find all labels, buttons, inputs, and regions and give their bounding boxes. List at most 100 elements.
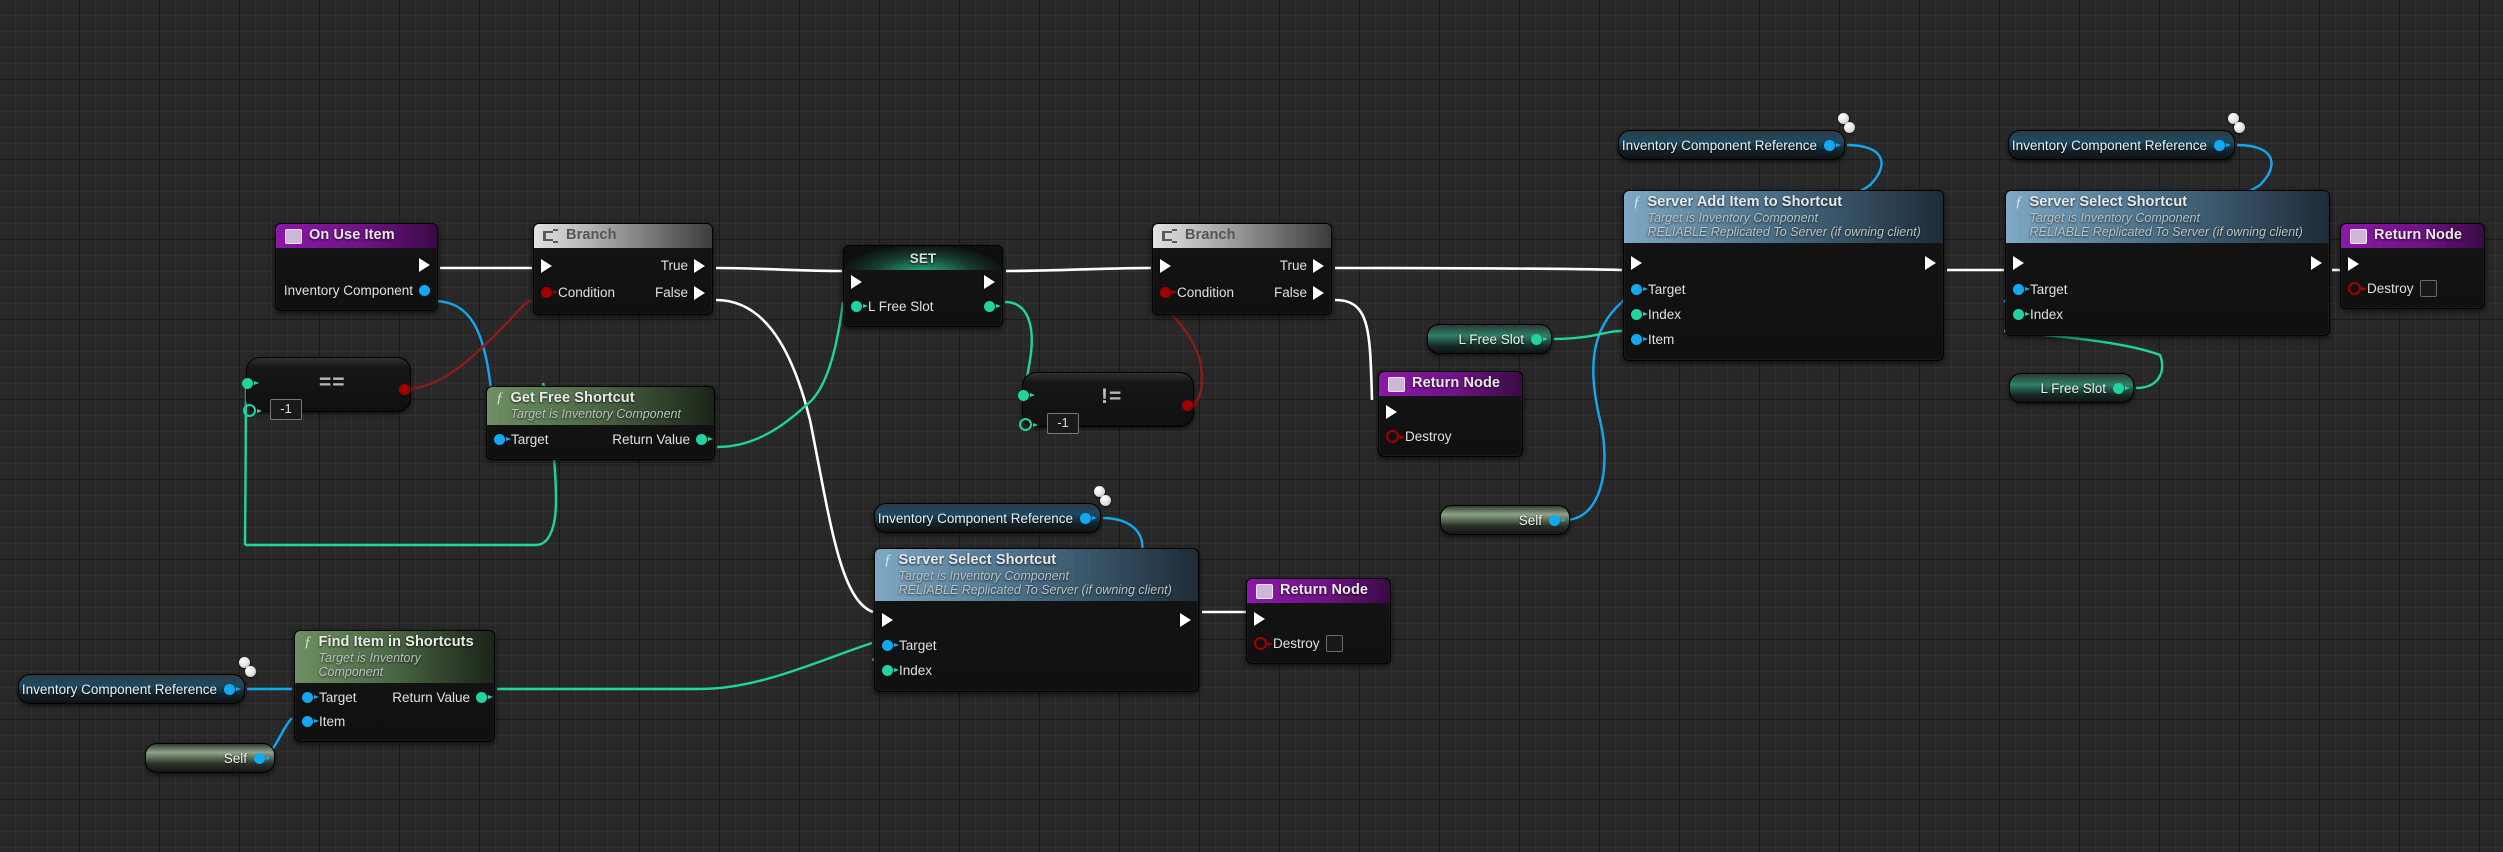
variable-inventory-component-reference-left[interactable]: Inventory Component Reference [18, 674, 245, 704]
int-wire-finditem-index [497, 641, 873, 691]
reroute-knot-icon[interactable] [245, 666, 256, 677]
exec-in-pin[interactable] [1160, 258, 1171, 273]
variable-self-mid[interactable]: Self [1440, 505, 1570, 535]
output-pin-value[interactable] [1080, 512, 1097, 524]
variable-l-free-slot-a[interactable]: L Free Slot [1427, 324, 1552, 354]
output-pin-self[interactable] [254, 752, 271, 764]
input-pin-target[interactable] [1631, 284, 1648, 295]
variable-label: Self [1518, 512, 1542, 528]
exec-in-pin[interactable] [2013, 256, 2024, 270]
node-title: SET [909, 251, 937, 266]
node-return-node-a[interactable]: Return Node Destroy [1378, 371, 1523, 457]
exec-out-pin[interactable] [419, 258, 430, 272]
blueprint-canvas[interactable]: On Use Item Inventory Component Branch T [0, 0, 2503, 852]
node-set-l-free-slot[interactable]: SET L Free Slot [843, 245, 1003, 327]
reroute-knot-icon[interactable] [1844, 122, 1855, 133]
variable-inventory-component-reference-r1[interactable]: Inventory Component Reference [1618, 130, 1845, 160]
exec-in-pin[interactable] [541, 258, 552, 273]
node-not-equals[interactable]: != -1 [1018, 372, 1199, 434]
input-pin-a[interactable] [242, 378, 259, 389]
input-pin-condition[interactable] [1160, 287, 1177, 298]
exec-out-pin[interactable] [1925, 256, 1936, 270]
input-pin-destroy[interactable] [2348, 281, 2367, 295]
node-equals[interactable]: == -1 [242, 357, 416, 420]
function-icon: ƒ [496, 390, 504, 406]
exec-out-pin[interactable] [984, 275, 995, 289]
pin-label-target: Target [2030, 282, 2068, 297]
input-pin-condition[interactable] [541, 287, 558, 298]
node-get-free-shortcut[interactable]: ƒ Get Free Shortcut Target is Inventory … [486, 386, 715, 460]
node-header: Branch [534, 224, 712, 248]
node-branch-1[interactable]: Branch True Condition False [533, 223, 713, 315]
node-on-use-item[interactable]: On Use Item Inventory Component [275, 223, 438, 311]
exec-out-false[interactable] [1313, 285, 1324, 300]
exec-out-false[interactable] [694, 285, 705, 300]
output-pin-value[interactable] [2113, 382, 2130, 394]
destroy-checkbox[interactable] [2419, 279, 2437, 297]
output-pin-value[interactable] [2214, 139, 2231, 151]
variable-inventory-component-reference-r2[interactable]: Inventory Component Reference [2008, 130, 2235, 160]
exec-in-pin[interactable] [882, 613, 893, 627]
node-subtitle: Target is Inventory Component [1647, 211, 1818, 225]
output-pin-result[interactable] [399, 384, 416, 395]
input-pin-destroy[interactable] [1386, 429, 1405, 443]
int-wire-getfree-set [716, 301, 845, 449]
node-server-add-item-to-shortcut[interactable]: ƒ Server Add Item to Shortcut Target is … [1623, 190, 1944, 361]
operator-symbol: != [1101, 385, 1123, 408]
pin-label-false: False [1273, 285, 1307, 300]
input-pin-a[interactable] [1018, 390, 1035, 401]
output-pin-l-free-slot[interactable] [984, 300, 1001, 312]
pin-label-index: Index [2030, 307, 2064, 322]
input-pin-destroy[interactable] [1254, 636, 1273, 650]
input-pin-l-free-slot[interactable] [851, 300, 868, 312]
pin-label-destroy: Destroy [1405, 428, 1452, 444]
input-pin-target[interactable] [494, 433, 511, 445]
input-pin-item[interactable] [1631, 334, 1648, 345]
node-server-select-shortcut-right[interactable]: ƒ Server Select Shortcut Target is Inven… [2005, 190, 2330, 336]
variable-l-free-slot-b[interactable]: L Free Slot [2009, 373, 2134, 403]
variable-self-left[interactable]: Self [145, 743, 275, 773]
node-header: Return Node [2341, 224, 2484, 248]
exec-in-pin[interactable] [2348, 257, 2359, 271]
variable-label: L Free Slot [1458, 331, 1524, 347]
input-pin-item[interactable] [302, 715, 319, 727]
input-pin-index[interactable] [882, 665, 899, 676]
output-pin-value[interactable] [1531, 333, 1548, 345]
exec-in-pin[interactable] [1386, 405, 1397, 419]
exec-out-pin[interactable] [1180, 613, 1191, 627]
node-title: Branch [566, 227, 617, 243]
input-pin-target[interactable] [882, 640, 899, 651]
input-pin-target[interactable] [302, 691, 319, 703]
destroy-checkbox[interactable] [1325, 634, 1343, 652]
output-pin-return-value[interactable] [696, 433, 713, 445]
exec-out-true[interactable] [694, 258, 705, 273]
node-body: Target Index [875, 601, 1198, 691]
input-pin-b[interactable] [243, 404, 262, 417]
variable-label: L Free Slot [2040, 380, 2106, 396]
exec-out-pin[interactable] [2311, 256, 2322, 270]
output-pin-inventory-component[interactable] [419, 284, 430, 296]
output-pin-self[interactable] [1549, 514, 1566, 526]
input-pin-index[interactable] [2013, 309, 2030, 320]
output-pin-result[interactable] [1182, 400, 1199, 411]
reroute-knot-icon[interactable] [1100, 495, 1111, 506]
exec-in-pin[interactable] [1631, 256, 1642, 270]
input-value-b[interactable]: -1 [1047, 413, 1079, 434]
reroute-knot-icon[interactable] [2234, 122, 2245, 133]
output-pin-value[interactable] [224, 683, 241, 695]
exec-out-true[interactable] [1313, 258, 1324, 273]
input-pin-target[interactable] [2013, 284, 2030, 295]
input-value-b[interactable]: -1 [270, 399, 302, 420]
node-branch-2[interactable]: Branch True Condition False [1152, 223, 1332, 315]
node-server-select-shortcut-mid[interactable]: ƒ Server Select Shortcut Target is Inven… [874, 548, 1199, 692]
node-find-item-in-shortcuts[interactable]: ƒ Find Item in Shortcuts Target is Inven… [294, 630, 495, 742]
node-return-node-mid[interactable]: Return Node Destroy [1246, 578, 1391, 664]
input-pin-index[interactable] [1631, 309, 1648, 320]
variable-inventory-component-reference-mid[interactable]: Inventory Component Reference [874, 503, 1101, 533]
exec-in-pin[interactable] [851, 275, 862, 289]
node-return-node-right[interactable]: Return Node Destroy [2340, 223, 2485, 309]
input-pin-b[interactable] [1019, 418, 1038, 431]
exec-in-pin[interactable] [1254, 612, 1265, 626]
output-pin-return-value[interactable] [476, 691, 493, 703]
output-pin-value[interactable] [1824, 139, 1841, 151]
